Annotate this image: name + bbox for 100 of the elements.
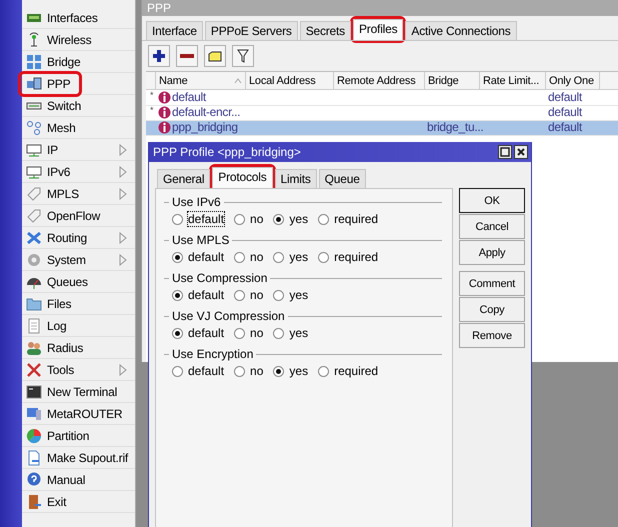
menu-item[interactable]: PPP [22,73,135,95]
table-row[interactable]: ppp_bridging bridge_tu... default [146,120,618,135]
ipv6-icon [26,164,42,180]
menu-item[interactable]: Interfaces [22,7,135,29]
column-header[interactable]: Local Address [246,72,334,89]
menu-item[interactable]: Tools [22,359,135,381]
radio-option[interactable]: no [234,250,264,264]
dialog-button[interactable]: Copy [459,297,525,322]
column-header[interactable]: Rate Limit... [480,72,546,89]
radio-option[interactable]: yes [273,364,308,378]
menu-item[interactable]: Routing [22,227,135,249]
table-row[interactable]: * default default [146,90,618,105]
radio-option[interactable]: yes [273,326,308,340]
tab[interactable]: Queue [318,169,366,188]
table-cell: default [548,90,582,104]
menu-item[interactable]: Switch [22,95,135,117]
filter-button[interactable] [232,45,254,67]
column-header[interactable]: Only One [546,72,600,89]
group-label: Use Compression [172,271,268,285]
tab[interactable]: Protocols [212,167,273,188]
menu-item[interactable]: Exit [22,491,135,513]
menu-item[interactable]: Log [22,315,135,337]
menu-item[interactable]: System [22,249,135,271]
menu-item[interactable]: Radius [22,337,135,359]
radio-option[interactable]: default [172,326,224,340]
radio-option[interactable]: default [172,288,224,302]
radio-button[interactable] [234,252,246,262]
menu-item[interactable]: New Terminal [22,381,135,403]
radio-button[interactable] [172,252,183,262]
tab[interactable]: Interface [146,21,203,40]
dialog-button[interactable]: Apply [459,240,525,265]
tab[interactable]: Active Connections [405,21,517,40]
radio-button[interactable] [234,328,246,338]
radio-option[interactable]: default [172,364,224,378]
radio-option[interactable]: required [318,212,378,226]
group-label: Use MPLS [172,233,230,247]
add-button[interactable] [148,45,170,67]
radio-option[interactable]: no [234,364,264,378]
radio-option[interactable]: no [234,326,264,340]
radio-option[interactable]: default [172,212,224,226]
column-header[interactable]: Bridge [425,72,480,89]
radio-option[interactable]: yes [273,250,308,264]
radio-button[interactable] [318,366,330,376]
radio-button[interactable] [273,252,284,262]
profile-icon [158,120,171,134]
radio-button[interactable] [318,214,330,224]
tab[interactable]: Secrets [300,21,351,40]
tab[interactable]: Profiles [352,19,404,40]
remove-button[interactable] [176,45,198,67]
terminal-icon [26,384,42,400]
menu-item[interactable]: Queues [22,271,135,293]
menu-item[interactable]: Mesh [22,117,135,139]
group-label: Use Encryption [172,347,254,361]
close-icon[interactable] [514,145,528,159]
radio-button[interactable] [172,366,183,376]
pie-chart-icon [26,428,42,444]
radio-button[interactable] [234,214,246,224]
radio-option[interactable]: yes [273,212,308,226]
tab[interactable]: General [157,169,210,188]
radio-option[interactable]: no [234,288,264,302]
menu-item[interactable]: Manual [22,469,135,491]
tab[interactable]: Limits [274,169,317,188]
radio-button[interactable] [234,290,246,300]
radio-button[interactable] [273,366,284,376]
menu-item[interactable]: Partition [22,425,135,447]
dialog-button[interactable]: OK [459,188,525,213]
menu-item[interactable]: IP [22,139,135,161]
radio-option[interactable]: no [234,212,264,226]
table-row[interactable]: * default-encr... default [146,105,618,120]
radio-option[interactable]: required [318,364,378,378]
menu-item[interactable]: IPv6 [22,161,135,183]
radio-button[interactable] [172,328,183,338]
menu-item[interactable]: Make Supout.rif [22,447,135,469]
radio-button[interactable] [273,328,284,338]
tab[interactable]: PPPoE Servers [204,21,298,40]
menu-item[interactable]: MetaROUTER [22,403,135,425]
dialog-button[interactable]: Cancel [459,214,525,239]
radio-option[interactable]: default [172,250,224,264]
menu-item[interactable]: Wireless [22,29,135,51]
radio-button[interactable] [234,366,246,376]
menu-item[interactable]: Bridge [22,51,135,73]
radio-button[interactable] [273,290,284,300]
radio-option[interactable]: required [318,250,378,264]
table-cell: bridge_tu... [427,120,484,134]
maximize-icon[interactable] [498,145,512,159]
column-header[interactable]: Name [156,72,246,89]
radio-button[interactable] [273,214,284,224]
radio-button[interactable] [172,214,183,224]
radio-button[interactable] [172,290,183,300]
menu-item[interactable]: MPLS [22,183,135,205]
submenu-arrow-icon [119,144,127,156]
dialog-button[interactable]: Comment [459,271,525,296]
document-icon [26,318,42,334]
radio-button[interactable] [318,252,330,262]
comment-button[interactable] [204,45,226,67]
column-header[interactable]: Remote Address [334,72,425,89]
menu-item[interactable]: OpenFlow [22,205,135,227]
radio-option[interactable]: yes [273,288,308,302]
menu-item[interactable]: Files [22,293,135,315]
dialog-button[interactable]: Remove [459,323,525,348]
